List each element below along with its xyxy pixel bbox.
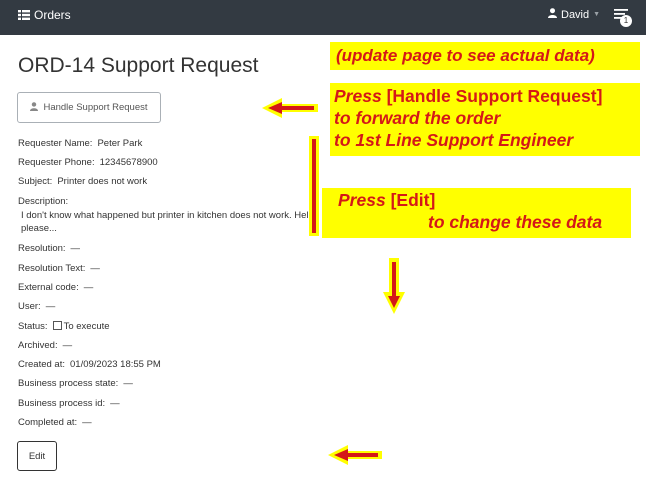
- note-press: Press: [334, 86, 382, 106]
- field-label: Completed at:: [18, 417, 78, 428]
- field-value: —: [90, 263, 100, 274]
- field-value: To execute: [63, 321, 110, 332]
- subject-field: Subject: Printer does not work: [18, 176, 147, 188]
- created-at-field: Created at: 01/09/2023 18:55 PM: [18, 359, 161, 371]
- user-icon: [548, 8, 557, 22]
- field-value: Printer does not work: [57, 176, 148, 187]
- user-name: David: [561, 9, 590, 21]
- requester-phone-field: Requester Phone: 12345678900: [18, 157, 158, 169]
- brand-label: Orders: [34, 8, 71, 22]
- field-value: —: [110, 398, 120, 409]
- arrow-left-icon: [262, 98, 318, 118]
- handle-support-request-button[interactable]: Handle Support Request: [17, 92, 161, 123]
- field-value: 01/09/2023 18:55 PM: [70, 359, 161, 370]
- user-field: User: —: [18, 301, 55, 313]
- field-value: —: [83, 282, 94, 293]
- business-process-id-field: Business process id: —: [18, 398, 120, 410]
- field-label: Resolution Text:: [18, 263, 86, 274]
- field-label: Resolution:: [18, 243, 66, 254]
- status-field: Status: To execute: [18, 321, 110, 333]
- orders-nav-link[interactable]: Orders: [18, 8, 71, 22]
- field-label: Status:: [18, 321, 48, 332]
- note-button-name: [Edit]: [390, 190, 436, 210]
- field-value: —: [123, 378, 133, 389]
- field-label: Created at:: [18, 359, 65, 370]
- note-line: to forward the order: [334, 108, 501, 128]
- list-icon: [18, 10, 30, 20]
- field-label: Business process state:: [18, 378, 119, 389]
- note-line: to 1st Line Support Engineer: [334, 130, 574, 150]
- field-value: —: [82, 417, 92, 428]
- description-label: Description:: [18, 196, 69, 207]
- field-label: Archived:: [18, 340, 58, 351]
- field-label: Business process id:: [18, 398, 106, 409]
- user-menu[interactable]: David ▼: [548, 8, 600, 22]
- field-value: 12345678900: [99, 157, 158, 168]
- user-icon: [30, 101, 39, 114]
- external-code-field: External code: —: [18, 282, 93, 294]
- field-label: Requester Phone:: [18, 157, 95, 168]
- chevron-down-icon: ▼: [593, 11, 601, 18]
- resolution-field: Resolution: —: [18, 243, 80, 255]
- arrow-left-icon: [328, 445, 382, 465]
- edit-button[interactable]: Edit: [17, 441, 57, 471]
- field-label: External code:: [18, 282, 79, 293]
- description-value: I don't know what happened but printer i…: [21, 210, 317, 234]
- top-navbar: Orders David ▼ 1: [0, 0, 646, 35]
- requester-name-field: Requester Name: Peter Park: [18, 138, 142, 150]
- note-button-name: [Handle Support Request]: [386, 86, 603, 106]
- update-page-note: (update page to see actual data): [330, 42, 640, 70]
- notifications-button[interactable]: 1: [614, 9, 634, 27]
- resolution-text-field: Resolution Text: —: [18, 263, 100, 275]
- business-process-state-field: Business process state: —: [18, 378, 133, 390]
- note-line: to change these data: [428, 212, 603, 232]
- handle-request-note: Press [Handle Support Request] to forwar…: [330, 83, 640, 156]
- field-value: Peter Park: [97, 138, 143, 149]
- edit-note: Press [Edit] to change these data: [322, 188, 631, 238]
- field-value: —: [70, 243, 81, 254]
- handle-button-label: Handle Support Request: [43, 102, 148, 113]
- status-checkbox: [52, 321, 62, 330]
- field-label: Subject:: [18, 176, 53, 187]
- arrow-down-icon: [383, 258, 405, 314]
- archived-field: Archived: —: [18, 340, 72, 352]
- field-value: —: [45, 301, 56, 312]
- page-title: ORD-14 Support Request: [18, 54, 259, 77]
- field-label: User:: [18, 301, 41, 312]
- note-press: Press: [338, 190, 386, 210]
- completed-at-field: Completed at: —: [18, 417, 92, 429]
- field-value: —: [62, 340, 73, 351]
- connector-line-icon: [309, 136, 319, 236]
- notifications-badge: 1: [620, 15, 632, 27]
- field-label: Requester Name:: [18, 138, 93, 149]
